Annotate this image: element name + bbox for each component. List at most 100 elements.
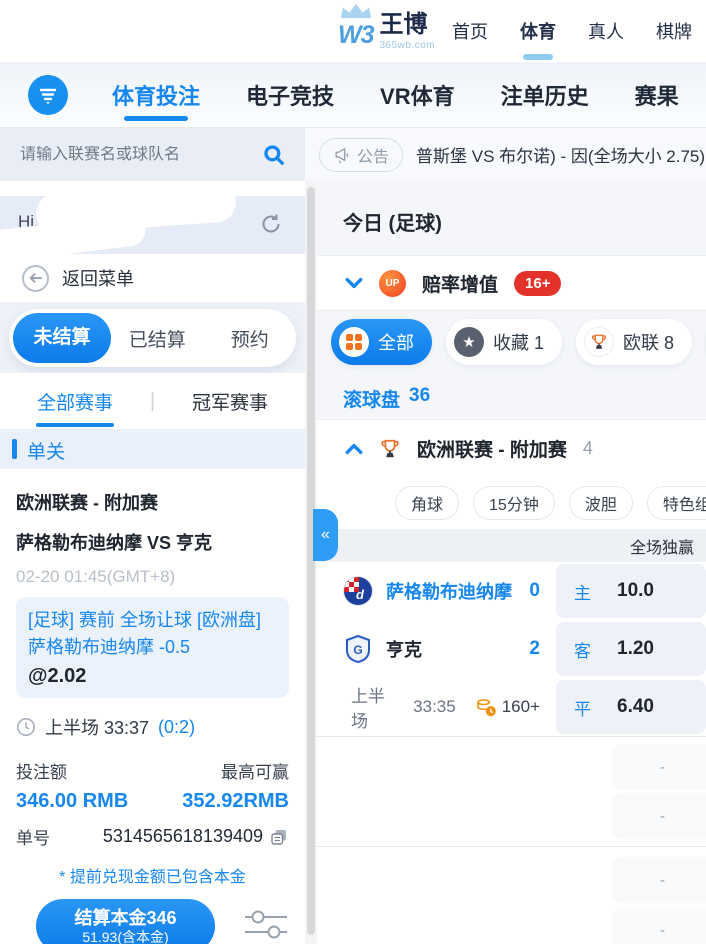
brand-logo[interactable]: W3 王博 365wb.com xyxy=(338,4,435,51)
odds-cell-empty[interactable]: - xyxy=(612,857,706,903)
live-status-row: 上半场 33:37 (0:2) xyxy=(16,714,289,740)
match-clock: 33:35 xyxy=(413,697,456,717)
bet-type-strip: 单关 xyxy=(0,429,305,469)
scrollbar-thumb[interactable] xyxy=(307,187,315,935)
grid-icon xyxy=(339,327,369,357)
in-play-label: 滚球盘 xyxy=(343,385,400,419)
odds-draw[interactable]: 平 6.40 xyxy=(556,680,706,734)
odds-cell-empty[interactable]: - xyxy=(612,744,706,790)
logo-title: 王博 xyxy=(380,10,436,40)
match-meta-row: 上半场 33:35 160+ 平 6.40 xyxy=(317,678,706,736)
copy-icon[interactable] xyxy=(269,827,289,847)
star-icon: ★ xyxy=(454,327,484,357)
cashout-button[interactable]: 结算本金346 51.93(含本金) xyxy=(36,899,215,944)
search-bar xyxy=(0,128,305,181)
collapse-panel-handle[interactable]: « xyxy=(313,509,338,561)
bet-league: 欧洲联赛 - 附加赛 xyxy=(16,489,289,515)
tab-settled[interactable]: 已结算 xyxy=(111,325,204,352)
panel-scrollbar[interactable] xyxy=(305,181,317,944)
odds-value-draw: 6.40 xyxy=(617,696,654,718)
odds-cell-empty[interactable]: - xyxy=(612,793,706,839)
odds-away-win[interactable]: 客 1.20 xyxy=(556,622,706,676)
home-team-name: 萨格勒布迪纳摩 xyxy=(386,578,512,604)
chip-europa-league[interactable]: 欧联 8 xyxy=(576,319,692,365)
svg-text:d: d xyxy=(356,587,365,602)
odds-value-home: 10.0 xyxy=(617,580,654,602)
trophy-icon xyxy=(379,438,401,460)
markets-count: 160+ xyxy=(502,697,540,717)
market-chip-specials[interactable]: 特色组合 xyxy=(647,486,706,520)
search-icon[interactable] xyxy=(263,144,285,166)
logo-w3-text: W3 xyxy=(338,24,374,46)
top-header: W3 王博 365wb.com 首页 体育 真人 棋牌 xyxy=(0,0,706,62)
odds-cell-empty[interactable]: - xyxy=(612,907,706,944)
tab-sports-betting[interactable]: 体育投注 xyxy=(112,65,200,125)
boost-label: 赔率增值 xyxy=(422,270,498,297)
odds-boost-row[interactable]: UP 赔率增值 16+ xyxy=(317,255,706,311)
tab-esports[interactable]: 电子竞技 xyxy=(246,65,334,125)
top-nav-live-casino[interactable]: 真人 xyxy=(588,0,624,62)
tab-vr-sports[interactable]: VR体育 xyxy=(380,65,455,125)
away-team-name: 亨克 xyxy=(386,636,422,662)
odds-label-home: 主 xyxy=(574,579,591,604)
odds-label-away: 客 xyxy=(574,637,591,662)
chip-favorites[interactable]: ★ 收藏 1 xyxy=(446,319,562,365)
market-chip-15min[interactable]: 15分钟 xyxy=(473,486,555,520)
next-matches-section: - - - - xyxy=(317,736,706,944)
league-filter-chips: 全部 ★ 收藏 1 欧联 8 xyxy=(317,311,706,373)
status-tabs-section: 未结算 已结算 预约 xyxy=(0,303,305,373)
more-markets-link[interactable]: 160+ xyxy=(476,697,540,718)
status-tabs: 未结算 已结算 预约 xyxy=(9,309,296,367)
tab-bet-history[interactable]: 注单历史 xyxy=(501,65,589,125)
chip-label: 收藏 1 xyxy=(493,329,544,355)
match-row-card[interactable]: d 萨格勒布迪纳摩 0 主 10.0 G 亨克 2 xyxy=(317,562,706,736)
chip-all-leagues[interactable]: 全部 xyxy=(331,319,432,365)
cashout-settings-button[interactable] xyxy=(243,906,289,944)
boost-up-icon: UP xyxy=(379,270,406,297)
tab-all-events[interactable]: 全部赛事 xyxy=(0,374,150,429)
market-chip-correct-score[interactable]: 波胆 xyxy=(569,486,633,520)
tab-results[interactable]: 赛果 xyxy=(635,65,679,125)
max-win-label: 最高可赢 xyxy=(221,758,289,783)
odds-home-win[interactable]: 主 10.0 xyxy=(556,564,706,618)
top-nav-sports[interactable]: 体育 xyxy=(520,0,556,62)
odds-panel: 今日 (足球) UP 赔率增值 16+ 全部 ★ 收藏 1 xyxy=(317,181,706,944)
trophy-icon xyxy=(584,327,614,357)
tab-unsettled[interactable]: 未结算 xyxy=(13,313,111,363)
back-to-menu[interactable]: 返回菜单 xyxy=(0,254,305,303)
in-play-count[interactable]: 滚球盘 36 xyxy=(317,373,706,419)
market-column-header: 全场独赢 xyxy=(317,529,706,562)
in-play-number: 36 xyxy=(409,385,430,419)
filter-menu-button[interactable] xyxy=(28,75,68,115)
max-win-value: 352.92RMB xyxy=(182,790,289,813)
ticket-label: 单号 xyxy=(16,824,50,849)
logo-mark: W3 xyxy=(338,4,374,46)
ticket-number: 5314565618139409 xyxy=(103,826,263,847)
stake-label: 投注额 xyxy=(16,758,67,783)
announcement-pill[interactable]: 公告 xyxy=(319,138,403,172)
match-period: 上半场 xyxy=(351,682,393,732)
league-title: 欧洲联赛 - 附加赛 xyxy=(417,435,567,462)
tab-champion-events[interactable]: 冠军赛事 xyxy=(155,374,305,429)
cashout-note: * 提前兑现金额已包含本金 xyxy=(16,863,289,887)
bet-type-label: 单关 xyxy=(27,437,65,464)
chip-label: 欧联 8 xyxy=(623,329,674,355)
logo-domain: 365wb.com xyxy=(380,40,436,51)
page-title: 今日 (足球) xyxy=(317,181,706,255)
refresh-icon xyxy=(259,212,283,236)
tab-reserved[interactable]: 预约 xyxy=(204,325,297,352)
cashout-coins-icon xyxy=(476,697,497,718)
away-team-score: 2 xyxy=(529,638,540,660)
search-input[interactable] xyxy=(20,146,263,164)
sub-nav: 体育投注 电子竞技 VR体育 注单历史 赛果 xyxy=(0,62,706,128)
top-nav-home[interactable]: 首页 xyxy=(452,0,488,62)
bet-ticket-card: 欧洲联赛 - 附加赛 萨格勒布迪纳摩 VS 亨克 02-20 01:45(GMT… xyxy=(0,469,305,944)
sliders-icon xyxy=(243,906,289,942)
top-nav-cards[interactable]: 棋牌 xyxy=(656,0,692,62)
cashout-line2: 51.93(含本金) xyxy=(82,929,168,944)
refresh-button[interactable] xyxy=(259,212,283,241)
event-tabs: 全部赛事 | 冠军赛事 xyxy=(0,373,305,429)
league-section-header[interactable]: 欧洲联赛 - 附加赛 4 xyxy=(317,419,706,477)
boost-count-badge: 16+ xyxy=(514,271,561,296)
market-chip-corners[interactable]: 角球 xyxy=(395,486,459,520)
